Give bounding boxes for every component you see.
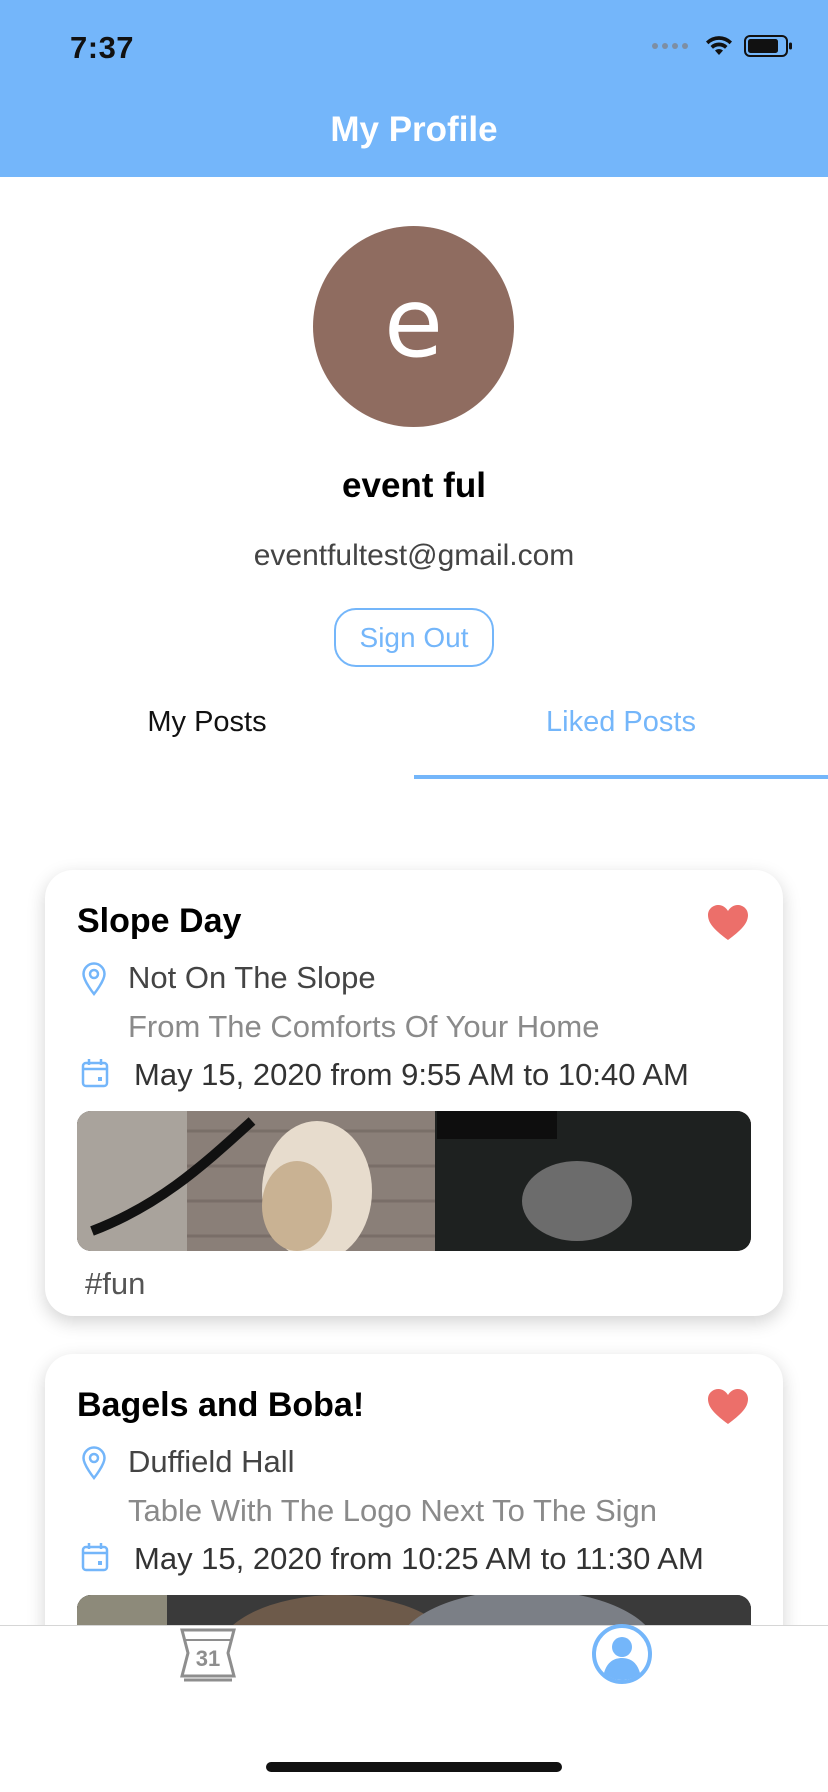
post-image (77, 1111, 751, 1251)
avatar: e (313, 226, 514, 427)
calendar-icon[interactable]: 31 (176, 1620, 240, 1686)
profile-icon[interactable] (590, 1622, 654, 1686)
user-name: event ful (342, 466, 486, 505)
post-location-detail: Table With The Logo Next To The Sign (128, 1493, 658, 1528)
post-location: Not On The Slope (128, 960, 376, 995)
calendar-icon (81, 1543, 109, 1572)
battery-icon (744, 35, 792, 57)
location-pin-icon (82, 1446, 106, 1480)
user-email: eventfultest@gmail.com (253, 539, 575, 572)
post-tag: #fun (85, 1266, 146, 1301)
home-indicator (266, 1762, 562, 1772)
post-date: May 15, 2020 from 10:25 AM to 11:30 AM (134, 1541, 704, 1576)
post-card[interactable]: Slope Day Not On The Slope From The Comf… (45, 870, 783, 1316)
header-bar: 7:37 My Profile (0, 0, 828, 177)
post-location-detail: From The Comforts Of Your Home (128, 1009, 600, 1044)
calendar-icon (81, 1059, 109, 1088)
tab-liked-posts[interactable]: Liked Posts (414, 706, 828, 739)
post-date: May 15, 2020 from 9:55 AM to 10:40 AM (134, 1057, 689, 1092)
sign-out-button[interactable]: Sign Out (334, 608, 494, 667)
active-tab-indicator (414, 775, 828, 779)
page-title: My Profile (330, 110, 498, 149)
heart-icon[interactable] (707, 1388, 749, 1426)
post-title: Slope Day (77, 902, 242, 940)
post-title: Bagels and Boba! (77, 1386, 365, 1424)
signal-icon (652, 43, 688, 49)
tab-my-posts[interactable]: My Posts (0, 706, 414, 739)
post-location: Duffield Hall (128, 1444, 295, 1479)
location-pin-icon (82, 962, 106, 996)
status-time: 7:37 (70, 30, 135, 65)
wifi-icon (706, 36, 732, 55)
calendar-icon-label: 31 (196, 1646, 220, 1671)
heart-icon[interactable] (707, 904, 749, 942)
avatar-initial: e (383, 266, 444, 379)
status-icons (652, 34, 794, 58)
